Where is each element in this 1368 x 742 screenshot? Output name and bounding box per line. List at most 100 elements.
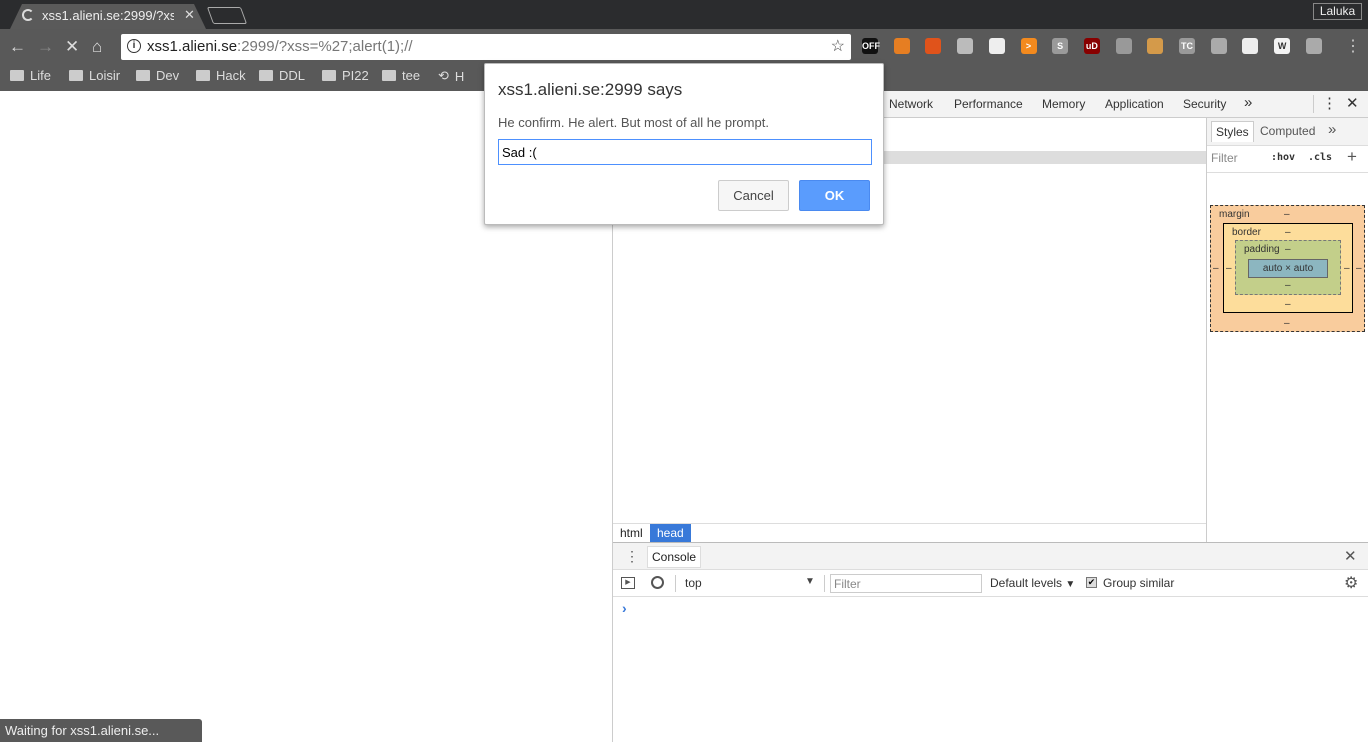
console-prompt[interactable]: ›: [622, 600, 627, 616]
ublock-icon[interactable]: uD: [1083, 38, 1100, 54]
fire-icon[interactable]: [925, 38, 942, 54]
bookmark-label: DDL: [279, 68, 306, 83]
styles-filter-input[interactable]: Filter: [1211, 151, 1238, 165]
border-label: border: [1232, 227, 1261, 238]
new-rule-icon[interactable]: +: [1347, 147, 1357, 167]
tab-console[interactable]: Console: [647, 546, 702, 568]
box-model-border: border – – – – padding – – auto × auto: [1223, 223, 1353, 313]
bookmark-dev[interactable]: Dev: [136, 68, 179, 83]
tab-memory[interactable]: Memory: [1042, 97, 1085, 111]
home-icon[interactable]: ⌂: [92, 37, 102, 57]
sync-icon[interactable]: [957, 38, 974, 54]
tc-icon[interactable]: TC: [1179, 38, 1195, 54]
forward-icon[interactable]: →: [37, 37, 54, 57]
tab-close-icon[interactable]: ✕: [184, 7, 195, 23]
breadcrumb: html head: [613, 523, 1206, 542]
stop-icon[interactable]: ✕: [65, 37, 79, 57]
bookmark-hack[interactable]: Hack: [196, 68, 246, 83]
sidebar-toggle-icon[interactable]: ▶: [621, 577, 635, 589]
padding-label: padding: [1244, 244, 1280, 255]
bookmark-loisir[interactable]: Loisir: [69, 68, 120, 83]
dots-circle-icon[interactable]: [1210, 38, 1227, 54]
prompt-dialog: xss1.alieni.se:2999 says He confirm. He …: [484, 63, 884, 225]
devtools-close-icon[interactable]: ✕: [1346, 94, 1359, 112]
folder-icon: [259, 70, 273, 81]
ok-button[interactable]: OK: [799, 180, 870, 211]
tab-computed[interactable]: Computed: [1260, 124, 1315, 138]
loading-spinner-icon: [22, 9, 34, 21]
cancel-button[interactable]: Cancel: [718, 180, 789, 211]
s-icon[interactable]: S: [1052, 38, 1069, 54]
url-rest: :2999/?xss=%27;alert(1);//: [237, 38, 413, 55]
bookmark-star-icon[interactable]: ☆: [831, 36, 845, 56]
off-icon[interactable]: OFF: [862, 38, 880, 54]
bookmark-label: Life: [30, 68, 51, 83]
tab-security[interactable]: Security: [1183, 97, 1226, 111]
tab-network[interactable]: Network: [889, 97, 933, 111]
margin-top: –: [1284, 209, 1290, 220]
group-similar-checkbox[interactable]: ✔: [1086, 577, 1097, 588]
divider: [1206, 118, 1207, 542]
chat-icon[interactable]: [1305, 38, 1322, 54]
timer-icon[interactable]: [893, 38, 910, 54]
console-toolbar: ▶ top ▼ Filter Default levels ▼ ✔ Group …: [613, 570, 1368, 597]
bookmark-label: tee: [402, 68, 421, 83]
new-tab-button[interactable]: [206, 7, 248, 24]
bookmark-ddl[interactable]: DDL: [259, 68, 305, 83]
border-right: –: [1344, 263, 1350, 274]
context-select[interactable]: top ▼: [681, 570, 817, 596]
console-filter-input[interactable]: Filter: [830, 574, 982, 593]
bookmark-label: Dev: [156, 68, 180, 83]
drawer-header: ⋮ Console ✕: [613, 543, 1368, 570]
more-tabs-icon[interactable]: »: [1328, 121, 1336, 138]
info-icon[interactable]: i: [127, 39, 141, 53]
box-model-content: auto × auto: [1248, 259, 1328, 278]
flickr-icon[interactable]: [1242, 38, 1259, 54]
bookmark-tee[interactable]: tee: [382, 68, 420, 83]
divider: [824, 575, 825, 592]
bookmark-label: PI22: [342, 68, 369, 83]
clear-console-icon[interactable]: [651, 576, 664, 589]
wikipedia-icon[interactable]: W: [1274, 38, 1291, 54]
browser-tab[interactable]: xss1.alieni.se:2999/?xss=%27;alert(1);//…: [10, 4, 206, 29]
bookmark-label: H: [454, 68, 465, 84]
tab-application[interactable]: Application: [1105, 97, 1164, 111]
box-model-padding: padding – – auto × auto: [1235, 240, 1341, 295]
breadcrumb-html[interactable]: html: [620, 526, 643, 540]
devtools-menu-icon[interactable]: ⋮: [1322, 94, 1337, 112]
margin-label: margin: [1219, 209, 1250, 220]
hov-toggle[interactable]: :hov: [1271, 152, 1295, 163]
bookmark-pi22[interactable]: PI22: [322, 68, 369, 83]
folder-icon: [196, 70, 210, 81]
tab-performance[interactable]: Performance: [954, 97, 1023, 111]
play-icon[interactable]: >: [1020, 38, 1037, 54]
menu-icon[interactable]: ⋮: [1345, 36, 1361, 56]
divider: [1313, 95, 1314, 113]
dialog-message: He confirm. He alert. But most of all he…: [498, 115, 769, 130]
styles-filter-row: Filter :hov .cls +: [1207, 146, 1368, 173]
border-top: –: [1285, 227, 1291, 238]
profile-button[interactable]: Laluka: [1313, 3, 1362, 20]
folder-icon: [322, 70, 336, 81]
log-levels-dropdown[interactable]: Default levels ▼: [990, 576, 1075, 590]
keyboard-icon[interactable]: [1115, 38, 1132, 54]
bookmark-h[interactable]: ⟲ H: [438, 68, 464, 84]
margin-bottom: –: [1284, 318, 1290, 329]
settings-gear-icon[interactable]: ⚙: [1344, 573, 1358, 593]
bookmark-life[interactable]: Life: [10, 68, 51, 83]
address-bar[interactable]: i xss1.alieni.se:2999/?xss=%27;alert(1);…: [121, 34, 851, 60]
cls-toggle[interactable]: .cls: [1308, 152, 1332, 163]
prompt-input[interactable]: [498, 139, 872, 165]
group-similar-label: Group similar: [1103, 576, 1175, 590]
tab-styles[interactable]: Styles: [1211, 121, 1254, 142]
mask-icon[interactable]: [988, 38, 1005, 54]
drawer-close-icon[interactable]: ✕: [1344, 547, 1357, 565]
back-icon[interactable]: ←: [9, 37, 26, 57]
drawer-menu-icon[interactable]: ⋮: [625, 548, 639, 565]
more-tabs-icon[interactable]: »: [1244, 94, 1252, 111]
tab-strip: xss1.alieni.se:2999/?xss=%27;alert(1);//…: [0, 0, 1368, 29]
cookie-icon[interactable]: [1147, 38, 1164, 54]
dropdown-arrow-icon: ▼: [805, 576, 815, 587]
url-host: xss1.alieni.se: [147, 38, 238, 55]
breadcrumb-head[interactable]: head: [650, 524, 691, 542]
